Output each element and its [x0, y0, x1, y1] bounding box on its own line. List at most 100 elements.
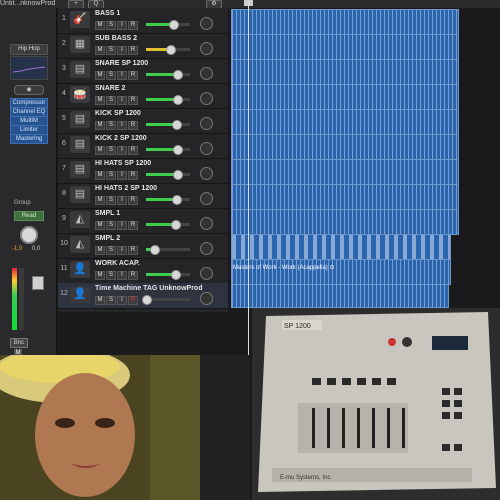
volume-handle[interactable] — [171, 220, 182, 230]
track-header[interactable]: 5 ▤ KICK SP 1200 M S I R — [58, 108, 228, 134]
plugin-slot-mastering[interactable]: Mastering — [10, 134, 48, 144]
track-solo-button[interactable]: S — [106, 171, 116, 180]
track-volume-slider[interactable] — [146, 220, 190, 230]
eq-thumbnail[interactable] — [10, 56, 48, 80]
track-solo-button[interactable]: S — [106, 121, 116, 130]
track-record-button[interactable]: R — [128, 221, 138, 230]
track-volume-slider[interactable] — [146, 70, 190, 80]
track-input-button[interactable]: I — [117, 71, 127, 80]
track-name[interactable]: HI HATS SP 1200 — [95, 160, 151, 167]
audio-region[interactable] — [231, 234, 451, 260]
track-mute-button[interactable]: M — [95, 46, 105, 55]
track-solo-button[interactable]: S — [106, 71, 116, 80]
track-volume-slider[interactable] — [146, 270, 190, 280]
volume-handle[interactable] — [172, 70, 183, 80]
group-slot[interactable]: Group — [14, 200, 31, 206]
track-header[interactable]: 9 ◭ SMPL 1 MSIR — [58, 208, 228, 234]
track-solo-button[interactable]: S — [106, 46, 116, 55]
track-header[interactable]: 3 ▤ SNARE SP 1200 M S I R — [58, 58, 228, 84]
track-record-button[interactable]: R — [128, 196, 138, 205]
audio-region[interactable] — [231, 109, 459, 135]
track-header[interactable]: 7 ▤ HI HATS SP 1200 M S I R — [58, 158, 228, 184]
drum-machine-icon[interactable]: ▤ — [70, 186, 90, 203]
track-input-button[interactable]: I — [117, 171, 127, 180]
track-solo-button[interactable]: S — [106, 271, 116, 280]
audio-track-icon[interactable]: 👤 — [70, 286, 90, 303]
track-solo-button[interactable]: S — [106, 146, 116, 155]
track-header[interactable]: 10 ◭ SMPL 2 MSIR — [58, 233, 228, 259]
track-header[interactable]: 6 ▤ KICK 2 SP 1200 M S I R — [58, 133, 228, 159]
track-mute-button[interactable]: M — [95, 146, 105, 155]
track-header[interactable]: 11 👤 WORK ACAP. M S I R — [58, 258, 228, 284]
track-record-button[interactable]: R — [128, 271, 138, 280]
track-mute-button[interactable]: M — [95, 296, 105, 305]
playhead[interactable] — [248, 0, 249, 355]
track-name[interactable]: HI HATS 2 SP 1200 — [95, 185, 157, 192]
track-pan-knob[interactable] — [200, 42, 213, 55]
track-pan-knob[interactable] — [200, 217, 213, 230]
track-header[interactable]: 4 🥁 SNARE 2 MSIR — [58, 83, 228, 109]
track-solo-button[interactable]: S — [106, 246, 116, 255]
track-mute-button[interactable]: M — [95, 21, 105, 30]
track-input-button[interactable]: I — [117, 21, 127, 30]
track-name[interactable]: KICK 2 SP 1200 — [95, 135, 147, 142]
track-input-button[interactable]: I — [117, 46, 127, 55]
drum-machine-icon[interactable]: ▤ — [70, 136, 90, 153]
audio-region[interactable] — [231, 284, 449, 308]
track-pan-knob[interactable] — [200, 242, 213, 255]
track-mute-button[interactable]: M — [95, 171, 105, 180]
track-name[interactable]: SNARE 2 — [95, 85, 125, 92]
track-name[interactable]: Time Machine TAG UnknowProd — [95, 285, 202, 292]
sampler-icon[interactable]: ◭ — [70, 211, 90, 228]
track-volume-slider[interactable] — [146, 20, 190, 30]
drum-machine-icon[interactable]: ▤ — [70, 61, 90, 78]
track-record-button[interactable]: R — [128, 296, 138, 305]
track-solo-button[interactable]: S — [106, 221, 116, 230]
track-input-button[interactable]: I — [117, 196, 127, 205]
track-mute-button[interactable]: M — [95, 271, 105, 280]
channel-fader[interactable] — [32, 276, 44, 290]
track-name[interactable]: WORK ACAP. — [95, 260, 140, 267]
track-pan-knob[interactable] — [200, 267, 213, 280]
track-volume-slider[interactable] — [142, 295, 190, 305]
track-volume-slider[interactable] — [146, 170, 190, 180]
track-input-button[interactable]: I — [117, 246, 127, 255]
sampler-icon[interactable]: ◭ — [70, 236, 90, 253]
drum-kit-icon[interactable]: 🥁 — [70, 86, 90, 103]
track-volume-slider[interactable] — [146, 145, 190, 155]
track-input-button[interactable]: I — [117, 121, 127, 130]
audio-region[interactable] — [231, 59, 459, 85]
track-mute-button[interactable]: M — [95, 121, 105, 130]
track-volume-slider[interactable] — [146, 245, 190, 255]
track-mute-button[interactable]: M — [95, 246, 105, 255]
track-pan-knob[interactable] — [200, 142, 213, 155]
volume-handle[interactable] — [172, 145, 183, 155]
track-name[interactable]: SMPL 2 — [95, 235, 120, 242]
track-record-button[interactable]: R — [128, 121, 138, 130]
audio-region[interactable] — [231, 209, 459, 235]
track-record-button[interactable]: R — [128, 46, 138, 55]
volume-handle[interactable] — [166, 45, 177, 55]
track-mute-button[interactable]: M — [95, 96, 105, 105]
track-record-button[interactable]: R — [128, 146, 138, 155]
track-volume-slider[interactable] — [146, 195, 190, 205]
track-record-button[interactable]: R — [128, 171, 138, 180]
track-solo-button[interactable]: S — [106, 196, 116, 205]
visibility-icon[interactable]: ◉ — [14, 85, 44, 95]
drum-machine-icon[interactable]: ▤ — [70, 161, 90, 178]
track-record-button[interactable]: R — [128, 71, 138, 80]
drum-machine-icon[interactable]: ▤ — [70, 111, 90, 128]
guitar-icon[interactable]: 🎸 — [70, 11, 90, 28]
track-input-button[interactable]: I — [117, 146, 127, 155]
track-pan-knob[interactable] — [200, 167, 213, 180]
track-pan-knob[interactable] — [200, 67, 213, 80]
track-input-button[interactable]: I — [117, 96, 127, 105]
bounce-button[interactable]: Bnc — [10, 338, 28, 348]
track-solo-button[interactable]: S — [106, 21, 116, 30]
audio-region[interactable] — [231, 259, 451, 285]
automation-mode-button[interactable]: Read — [14, 211, 44, 221]
track-header[interactable]: 8 ▤ HI HATS 2 SP 1200 M S I R — [58, 183, 228, 209]
track-input-button[interactable]: I — [117, 221, 127, 230]
volume-handle[interactable] — [169, 20, 180, 30]
track-pan-knob[interactable] — [200, 192, 213, 205]
